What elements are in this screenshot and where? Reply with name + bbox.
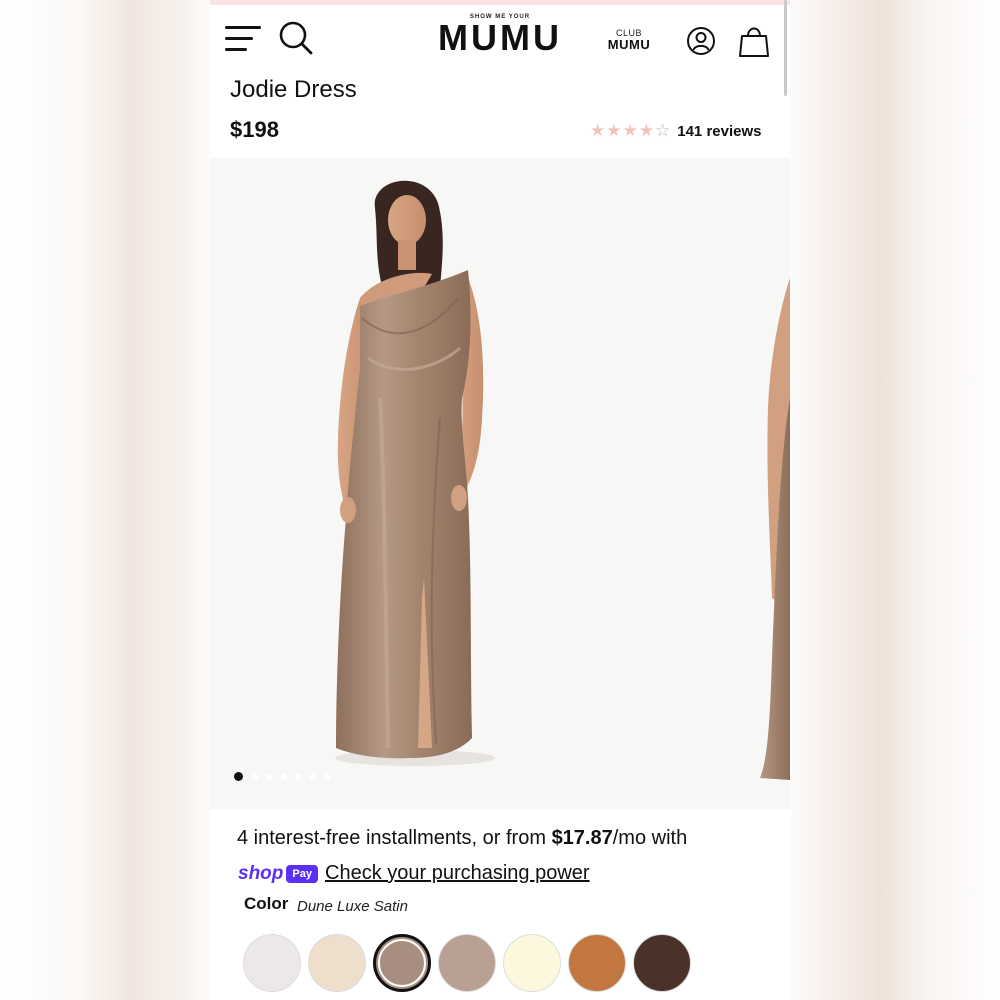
club-label-big: MUMU [607,37,651,52]
pagination-dot[interactable] [280,773,287,780]
installments-suffix: /mo with [612,827,688,849]
color-swatch[interactable] [568,934,626,992]
star-filled-icon: ★ [590,121,606,140]
product-image-next[interactable] [630,158,790,809]
star-rating: ★ ★ ★ ★ ☆ [590,121,671,141]
mobile-page: SHOW ME YOUR MUMU CLUB MUMU Jodie Dress … [210,0,790,1000]
star-empty-icon: ☆ [655,121,671,140]
color-swatch[interactable] [308,934,366,992]
logo-wordmark: MUMU [438,17,562,58]
pagination-dot[interactable] [266,773,272,780]
scrollbar[interactable] [784,0,787,96]
menu-icon[interactable] [225,24,263,54]
product-gallery[interactable] [210,158,790,809]
installments-prefix: 4 interest-free installments, or from [237,827,552,849]
color-swatch[interactable] [633,934,691,992]
color-swatch[interactable] [373,934,431,992]
purchasing-power-link[interactable]: Check your purchasing power [325,862,590,885]
pagination-dot[interactable] [309,773,316,780]
color-swatch[interactable] [503,934,561,992]
shop-pay-logo: shop Pay [238,863,318,885]
club-mumu-link[interactable]: CLUB MUMU [604,28,654,52]
product-price: $198 [230,117,279,142]
installments-amount: $17.87 [551,827,613,849]
installments-text: 4 interest-free installments, or from $1… [237,827,687,850]
search-icon[interactable] [278,20,314,56]
color-swatches [243,934,698,992]
brand-logo[interactable]: SHOW ME YOUR MUMU [438,14,562,56]
color-swatch[interactable] [243,934,301,992]
shop-pay-word: shop [238,863,284,884]
top-strip [210,0,790,5]
pagination-dot[interactable] [295,773,301,780]
color-value: Dune Luxe Satin [297,898,408,915]
account-icon[interactable] [686,26,716,56]
star-filled-icon: ★ [638,121,654,140]
pagination-dot[interactable] [234,772,243,781]
product-rating[interactable]: ★ ★ ★ ★ ☆ 141 reviews [590,121,762,141]
pagination-dot[interactable] [324,773,330,780]
product-image-main[interactable] [210,158,626,809]
star-filled-icon: ★ [606,121,622,140]
pagination-dot[interactable] [251,773,258,780]
product-title: Jodie Dress [230,76,357,103]
star-filled-icon: ★ [622,121,638,140]
shop-pay-badge: Pay [286,865,318,883]
color-swatch[interactable] [438,934,496,992]
color-label: Color [244,894,289,913]
gallery-pagination[interactable] [234,772,339,781]
reviews-count[interactable]: 141 reviews [677,123,761,140]
shopping-bag-icon[interactable] [738,24,770,58]
